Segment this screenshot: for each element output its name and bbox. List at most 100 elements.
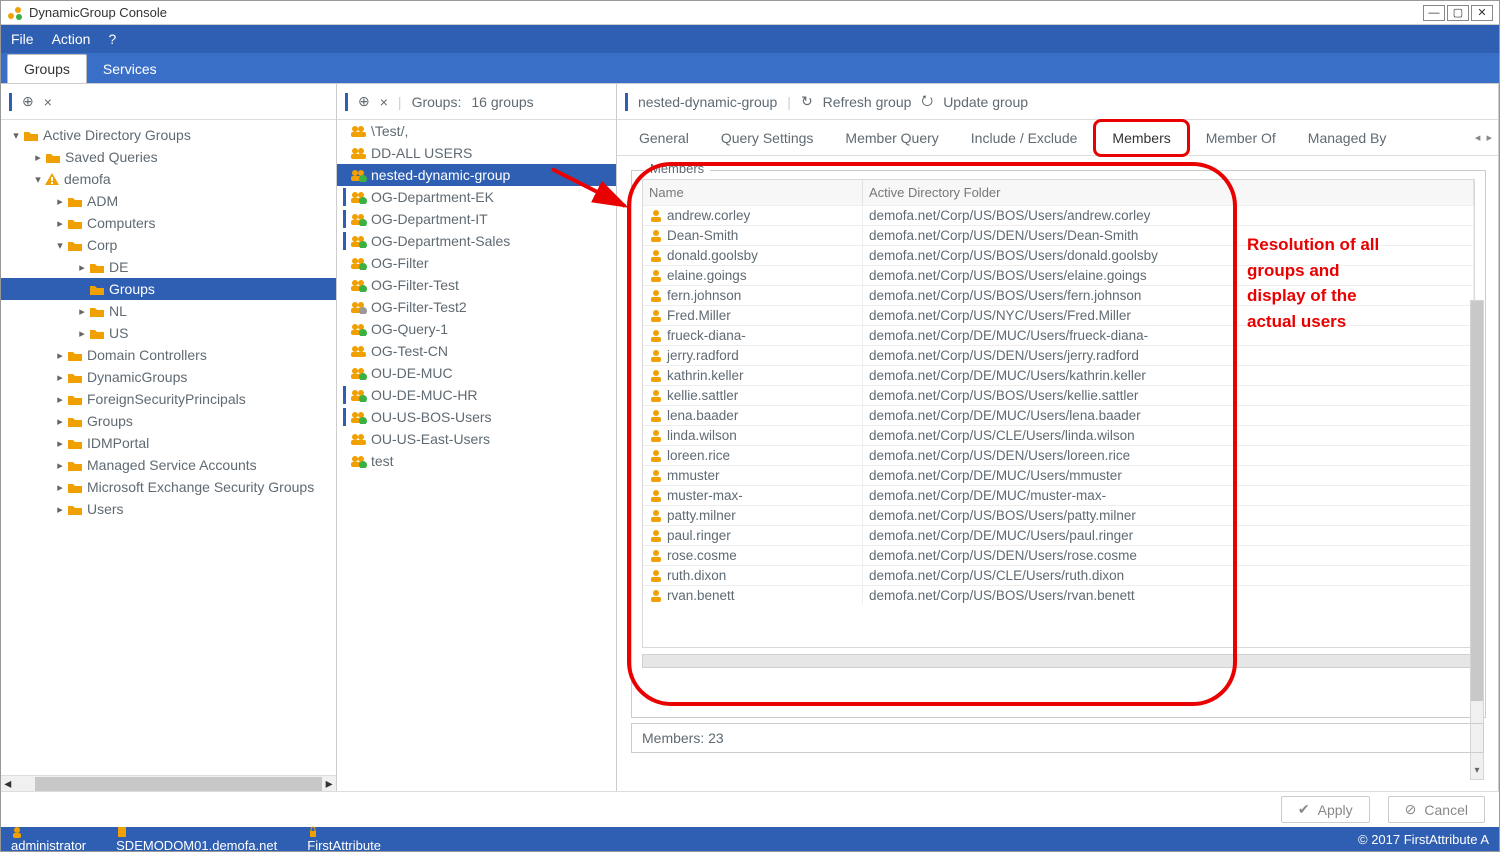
group-item[interactable]: OG-Department-EK [337, 186, 616, 208]
tree-item[interactable]: ▸IDMPortal [1, 432, 336, 454]
expand-arrow-icon[interactable]: ▸ [53, 481, 67, 494]
tree-item[interactable]: ▸ADM [1, 190, 336, 212]
group-item[interactable]: OG-Query-1 [337, 318, 616, 340]
tree-item[interactable]: ▸ForeignSecurityPrincipals [1, 388, 336, 410]
group-item[interactable]: OG-Filter-Test [337, 274, 616, 296]
group-item[interactable]: OG-Department-IT [337, 208, 616, 230]
table-row[interactable]: jerry.radforddemofa.net/Corp/US/DEN/User… [643, 345, 1474, 365]
tree-item[interactable]: ▸NL [1, 300, 336, 322]
table-row[interactable]: fern.johnsondemofa.net/Corp/US/BOS/Users… [643, 285, 1474, 305]
tree-item[interactable]: ▾demofa [1, 168, 336, 190]
detail-tab-general[interactable]: General [623, 122, 705, 154]
group-item[interactable]: test [337, 450, 616, 472]
tree-item[interactable]: Groups [1, 278, 336, 300]
table-row[interactable]: lena.baaderdemofa.net/Corp/DE/MUC/Users/… [643, 405, 1474, 425]
table-row[interactable]: kellie.sattlerdemofa.net/Corp/US/BOS/Use… [643, 385, 1474, 405]
tree-h-scrollbar[interactable]: ◂ ▸ [1, 775, 336, 791]
apply-button[interactable]: ✔ Apply [1281, 796, 1370, 823]
add-group-button[interactable]: ⊕ [358, 93, 370, 110]
expand-arrow-icon[interactable]: ▸ [53, 393, 67, 406]
table-row[interactable]: ruth.dixondemofa.net/Corp/US/CLE/Users/r… [643, 565, 1474, 585]
group-item[interactable]: OG-Filter-Test2 [337, 296, 616, 318]
tree-item[interactable]: ▸Saved Queries [1, 146, 336, 168]
table-row[interactable]: linda.wilsondemofa.net/Corp/US/CLE/Users… [643, 425, 1474, 445]
table-row[interactable]: Dean-Smithdemofa.net/Corp/US/DEN/Users/D… [643, 225, 1474, 245]
expand-arrow-icon[interactable]: ▸ [53, 217, 67, 230]
group-item[interactable]: OG-Filter [337, 252, 616, 274]
table-row[interactable]: loreen.ricedemofa.net/Corp/US/DEN/Users/… [643, 445, 1474, 465]
refresh-group-button[interactable]: Refresh group [823, 94, 912, 110]
tree-body[interactable]: ▾Active Directory Groups▸Saved Queries▾d… [1, 120, 336, 775]
table-row[interactable]: elaine.goingsdemofa.net/Corp/US/BOS/User… [643, 265, 1474, 285]
tree-item[interactable]: ▸Managed Service Accounts [1, 454, 336, 476]
tree-item[interactable]: ▸Computers [1, 212, 336, 234]
table-row[interactable]: donald.goolsbydemofa.net/Corp/US/BOS/Use… [643, 245, 1474, 265]
tree-item[interactable]: ▾Active Directory Groups [1, 124, 336, 146]
maximize-button[interactable]: ▢ [1447, 5, 1469, 21]
expand-arrow-icon[interactable]: ▾ [31, 173, 45, 186]
table-row[interactable]: mmusterdemofa.net/Corp/DE/MUC/Users/mmus… [643, 465, 1474, 485]
cancel-button[interactable]: ⊘ Cancel [1388, 796, 1485, 823]
menu-?[interactable]: ? [108, 31, 116, 47]
table-row[interactable]: rvan.benettdemofa.net/Corp/US/BOS/Users/… [643, 585, 1474, 605]
group-item[interactable]: \Test/, [337, 120, 616, 142]
tree-item[interactable]: ▸Domain Controllers [1, 344, 336, 366]
group-item[interactable]: OU-DE-MUC [337, 362, 616, 384]
table-row[interactable]: muster-max-demofa.net/Corp/DE/MUC/muster… [643, 485, 1474, 505]
expand-arrow-icon[interactable]: ▸ [53, 415, 67, 428]
tree-item[interactable]: ▸Microsoft Exchange Security Groups [1, 476, 336, 498]
maintab-groups[interactable]: Groups [7, 54, 87, 83]
group-item[interactable]: nested-dynamic-group [337, 164, 616, 186]
detail-tab-query-settings[interactable]: Query Settings [705, 122, 830, 154]
close-window-button[interactable]: ✕ [1471, 5, 1493, 21]
table-row[interactable]: frueck-diana-demofa.net/Corp/DE/MUC/User… [643, 325, 1474, 345]
minimize-button[interactable]: — [1423, 5, 1445, 21]
table-body[interactable]: andrew.corleydemofa.net/Corp/US/BOS/User… [643, 205, 1474, 647]
group-item[interactable]: OG-Test-CN [337, 340, 616, 362]
maintab-services[interactable]: Services [87, 55, 173, 83]
table-row[interactable]: paul.ringerdemofa.net/Corp/DE/MUC/Users/… [643, 525, 1474, 545]
col-folder[interactable]: Active Directory Folder [863, 180, 1474, 205]
close-group-button[interactable]: × [380, 94, 388, 110]
detail-tab-managed-by[interactable]: Managed By [1292, 122, 1403, 154]
expand-arrow-icon[interactable]: ▸ [53, 195, 67, 208]
expand-arrow-icon[interactable]: ▸ [31, 151, 45, 164]
tree-item[interactable]: ▾Corp [1, 234, 336, 256]
menu-action[interactable]: Action [52, 31, 91, 47]
table-row[interactable]: kathrin.kellerdemofa.net/Corp/DE/MUC/Use… [643, 365, 1474, 385]
group-item[interactable]: DD-ALL USERS [337, 142, 616, 164]
table-row[interactable]: rose.cosmedemofa.net/Corp/US/DEN/Users/r… [643, 545, 1474, 565]
close-tree-button[interactable]: × [44, 94, 52, 110]
group-item[interactable]: OU-DE-MUC-HR [337, 384, 616, 406]
update-group-button[interactable]: Update group [943, 94, 1028, 110]
table-h-scrollbar[interactable] [642, 654, 1475, 668]
expand-arrow-icon[interactable]: ▸ [75, 261, 89, 274]
tree-item[interactable]: ▸DynamicGroups [1, 366, 336, 388]
expand-arrow-icon[interactable]: ▾ [53, 239, 67, 252]
expand-arrow-icon[interactable]: ▸ [75, 305, 89, 318]
table-row[interactable]: andrew.corleydemofa.net/Corp/US/BOS/User… [643, 205, 1474, 225]
detail-tab-member-of[interactable]: Member Of [1190, 122, 1292, 154]
tree-item[interactable]: ▸Groups [1, 410, 336, 432]
expand-arrow-icon[interactable]: ▸ [75, 327, 89, 340]
table-row[interactable]: patty.milnerdemofa.net/Corp/US/BOS/Users… [643, 505, 1474, 525]
expand-arrow-icon[interactable]: ▸ [53, 371, 67, 384]
group-item[interactable]: OU-US-East-Users [337, 428, 616, 450]
expand-arrow-icon[interactable]: ▸ [53, 503, 67, 516]
expand-arrow-icon[interactable]: ▸ [53, 459, 67, 472]
add-tree-button[interactable]: ⊕ [22, 93, 34, 110]
tab-pagers[interactable]: ◂ ▸ [1475, 131, 1492, 144]
table-row[interactable]: Fred.Millerdemofa.net/Corp/US/NYC/Users/… [643, 305, 1474, 325]
expand-arrow-icon[interactable]: ▸ [53, 349, 67, 362]
group-item[interactable]: OG-Department-Sales [337, 230, 616, 252]
tree-item[interactable]: ▸US [1, 322, 336, 344]
tree-item[interactable]: ▸DE [1, 256, 336, 278]
expand-arrow-icon[interactable]: ▾ [9, 129, 23, 142]
expand-arrow-icon[interactable]: ▸ [53, 437, 67, 450]
group-item[interactable]: OU-US-BOS-Users [337, 406, 616, 428]
detail-tab-member-query[interactable]: Member Query [829, 122, 954, 154]
groups-list[interactable]: \Test/,DD-ALL USERSnested-dynamic-groupO… [337, 120, 616, 791]
detail-tab-include-exclude[interactable]: Include / Exclude [955, 122, 1094, 154]
table-header[interactable]: Name Active Directory Folder [643, 180, 1474, 205]
col-name[interactable]: Name [643, 180, 863, 205]
